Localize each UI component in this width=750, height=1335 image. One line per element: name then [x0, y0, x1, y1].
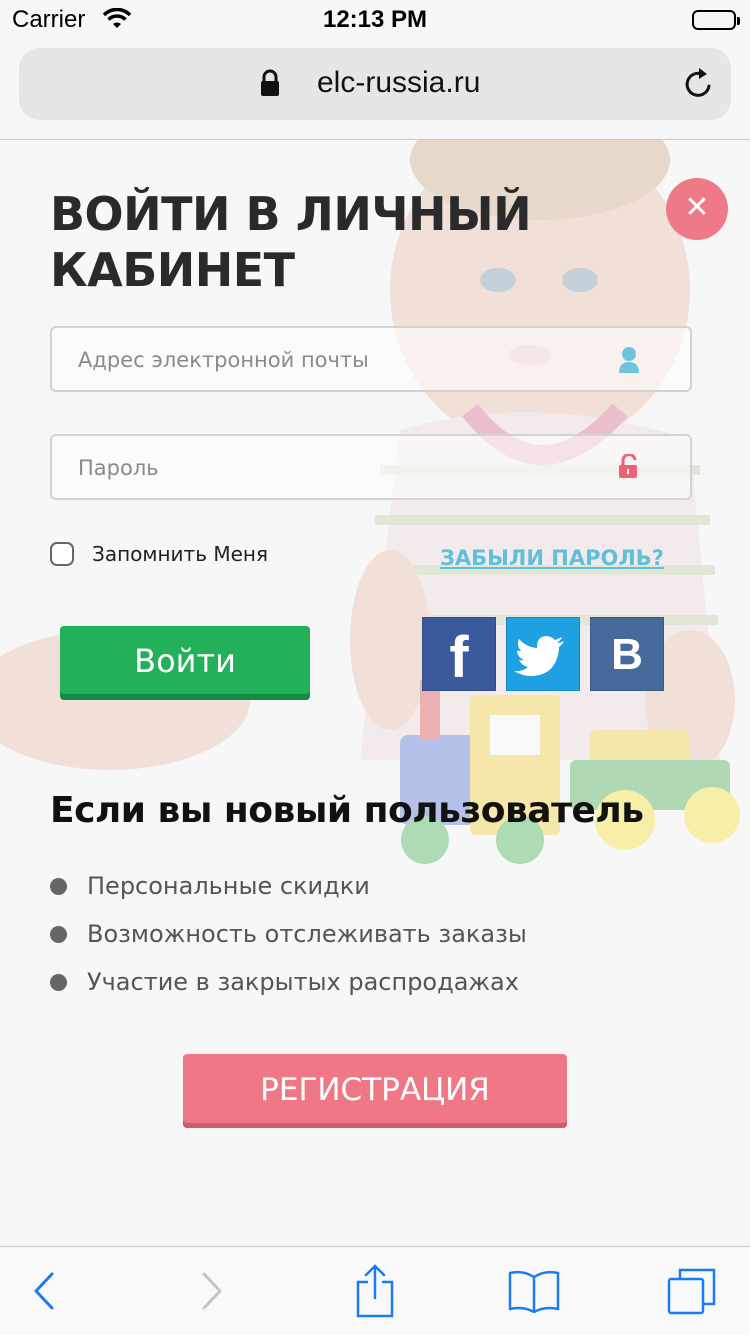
remember-checkbox[interactable]	[50, 542, 74, 566]
twitter-icon	[506, 636, 580, 695]
address-bar[interactable]: elc-russia.ru	[19, 48, 731, 120]
vk-icon: B	[611, 630, 643, 679]
password-input[interactable]	[76, 436, 600, 500]
vk-button[interactable]: B	[590, 617, 664, 691]
tabs-icon[interactable]	[664, 1247, 720, 1335]
clock: 12:13 PM	[322, 6, 428, 33]
bookmarks-icon[interactable]	[504, 1247, 564, 1335]
register-button[interactable]: РЕГИСТРАЦИЯ	[183, 1054, 567, 1128]
reload-icon[interactable]	[683, 66, 715, 104]
benefits-list: Персональные скидки Возможность отслежив…	[50, 862, 527, 1006]
benefit-text: Участие в закрытых распродажах	[87, 968, 519, 996]
new-user-heading: Если вы новый пользователь	[50, 790, 644, 831]
email-field[interactable]	[50, 326, 692, 392]
unlock-icon	[618, 453, 640, 484]
facebook-icon: f	[449, 625, 469, 690]
lock-icon	[259, 68, 281, 102]
remember-label: Запомнить Меня	[92, 542, 269, 566]
bullet-icon	[50, 973, 67, 991]
forgot-password-link[interactable]: ЗАБЫЛИ ПАРОЛЬ?	[440, 546, 664, 570]
battery-icon	[692, 10, 740, 30]
login-button[interactable]: Войти	[60, 626, 310, 700]
browser-toolbar	[0, 1246, 750, 1335]
url-text: elc-russia.ru	[317, 66, 481, 99]
list-item: Персональные скидки	[50, 862, 527, 910]
twitter-button[interactable]	[506, 617, 580, 691]
back-icon[interactable]	[20, 1247, 68, 1335]
close-button[interactable]: ✕	[666, 178, 728, 240]
list-item: Возможность отслеживать заказы	[50, 910, 527, 958]
bullet-icon	[50, 925, 67, 943]
share-icon[interactable]	[348, 1247, 402, 1335]
user-icon	[618, 346, 640, 378]
email-input[interactable]	[76, 328, 600, 392]
facebook-button[interactable]: f	[422, 617, 496, 691]
list-item: Участие в закрытых распродажах	[50, 958, 527, 1006]
forward-icon[interactable]	[188, 1247, 236, 1335]
close-icon: ✕	[684, 190, 710, 225]
status-bar: Carrier 12:13 PM	[0, 0, 750, 40]
benefit-text: Возможность отслеживать заказы	[87, 920, 527, 948]
page-title: ВОЙТИ В ЛИЧНЫЙ КАБИНЕТ	[50, 187, 532, 297]
benefit-text: Персональные скидки	[87, 872, 370, 900]
remember-me[interactable]: Запомнить Меня	[50, 542, 268, 566]
password-field[interactable]	[50, 434, 692, 500]
bullet-icon	[50, 877, 67, 895]
